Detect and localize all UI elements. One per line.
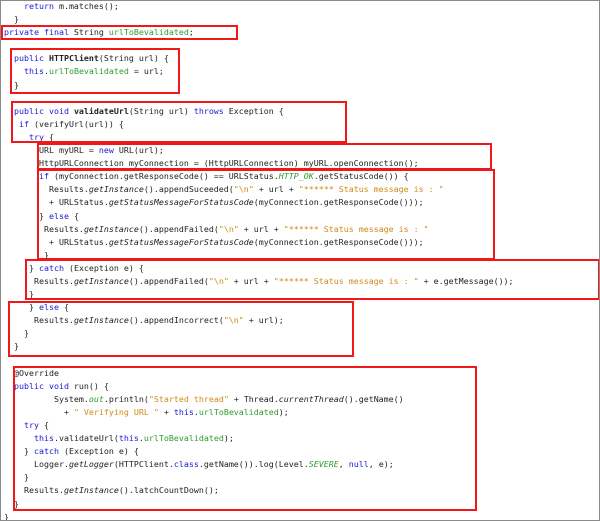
code-line: return m.matches(); (4, 1, 514, 13)
highlight-else-block (8, 301, 354, 357)
highlight-constructor (10, 48, 180, 94)
highlight-field-declaration (1, 25, 238, 40)
code-screenshot: return m.matches(); } private final Strin… (0, 0, 600, 521)
highlight-run-method (13, 366, 477, 511)
code-token: } (4, 14, 19, 25)
highlight-response-check (37, 169, 495, 260)
highlight-validate-method-header (11, 101, 347, 143)
highlight-open-connection (37, 143, 492, 170)
code-token: } (4, 511, 9, 521)
code-token: m.matches(); (53, 1, 119, 11)
highlight-catch-block (25, 259, 599, 300)
code-line: } (4, 511, 514, 521)
code-token: return (4, 1, 54, 11)
